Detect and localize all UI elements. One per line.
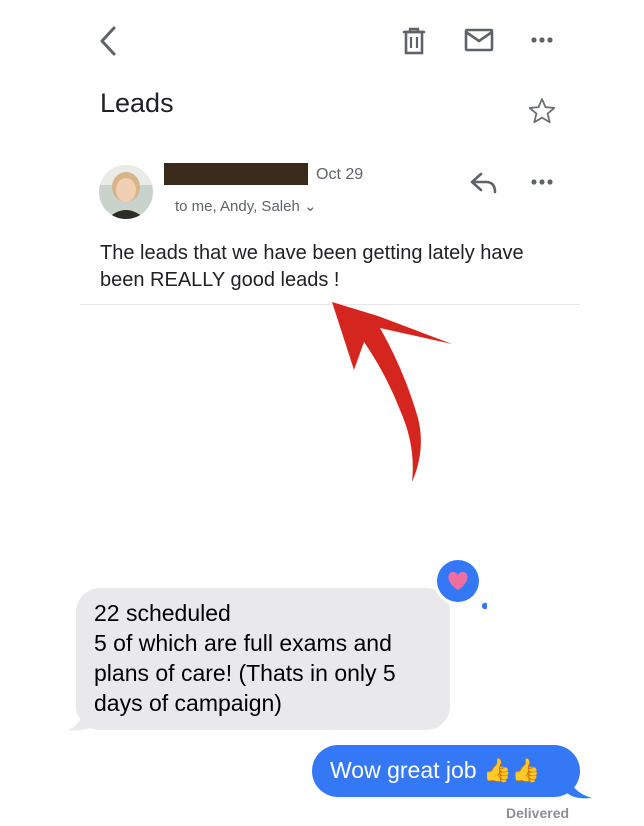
email-body: The leads that we have been getting late…	[100, 242, 524, 291]
annotation-arrow-icon	[320, 300, 470, 490]
more-options-icon[interactable]	[526, 30, 558, 50]
mail-icon[interactable]	[463, 27, 495, 53]
redacted-sender-name	[164, 163, 308, 185]
sender-avatar[interactable]	[99, 165, 153, 219]
email-subject: Leads	[100, 88, 174, 118]
heart-tapback-icon[interactable]	[433, 556, 487, 610]
outgoing-message-text: Wow great job 👍👍	[330, 757, 541, 783]
incoming-message-text: 22 scheduled 5 of which are full exams a…	[94, 600, 396, 716]
trash-icon[interactable]	[400, 26, 428, 56]
back-chevron-icon[interactable]	[94, 24, 124, 58]
star-icon[interactable]	[527, 96, 557, 126]
recipients-toggle[interactable]: to me, Andy, Saleh ⌄	[175, 197, 317, 215]
email-date: Oct 29	[316, 166, 364, 183]
reply-icon[interactable]	[468, 170, 500, 196]
message-more-icon[interactable]	[526, 172, 558, 192]
delivery-status: Delivered	[506, 805, 570, 821]
